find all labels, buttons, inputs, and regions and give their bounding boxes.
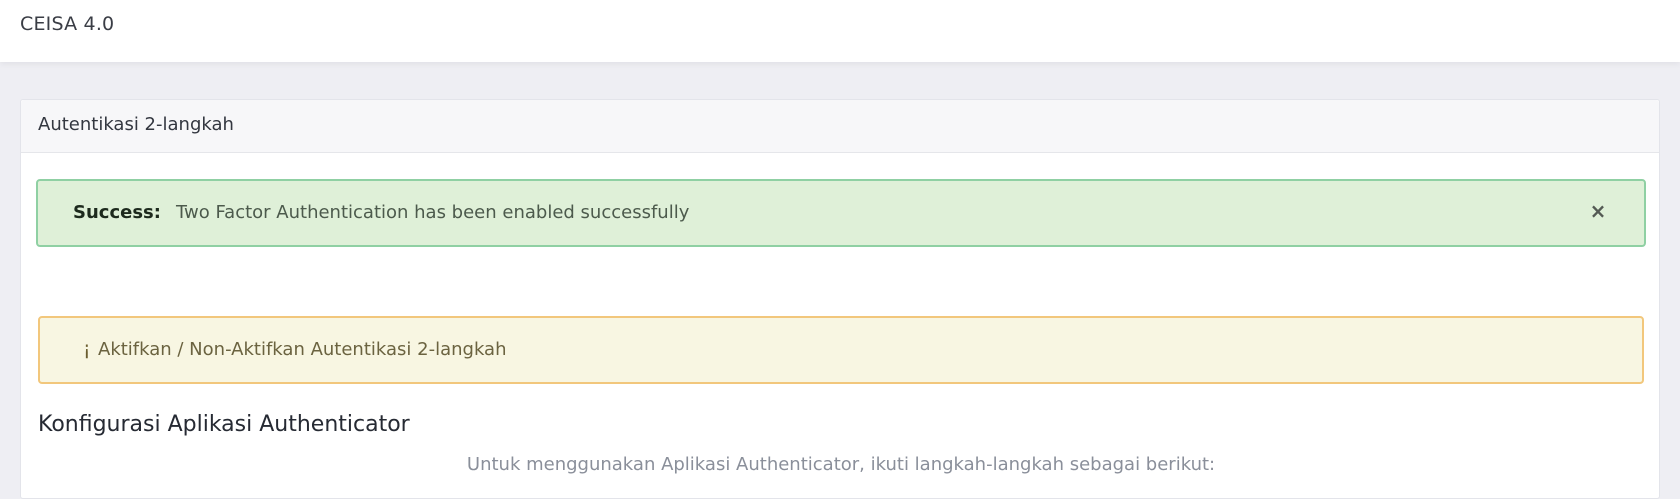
success-alert-message: Two Factor Authentication has been enabl… [176,202,690,223]
close-icon[interactable]: × [1586,198,1610,224]
two-factor-card: Autentikasi 2-langkah Success: Two Facto… [20,99,1660,499]
success-alert: Success: Two Factor Authentication has b… [36,179,1646,247]
app-title: CEISA 4.0 [20,13,115,35]
section-title: Konfigurasi Aplikasi Authenticator [38,412,410,437]
top-bar: CEISA 4.0 [0,0,1680,62]
card-header: Autentikasi 2-langkah [21,100,1659,153]
card-title: Autentikasi 2-langkah [38,114,234,135]
two-factor-toggle-alert[interactable]: ¡ Aktifkan / Non-Aktifkan Autentikasi 2-… [38,316,1644,384]
info-icon: ¡ [83,338,91,360]
success-alert-label: Success: [73,202,161,223]
two-factor-toggle-text: Aktifkan / Non-Aktifkan Autentikasi 2-la… [98,339,507,360]
instructions-text: Untuk menggunakan Aplikasi Authenticator… [466,454,1216,475]
